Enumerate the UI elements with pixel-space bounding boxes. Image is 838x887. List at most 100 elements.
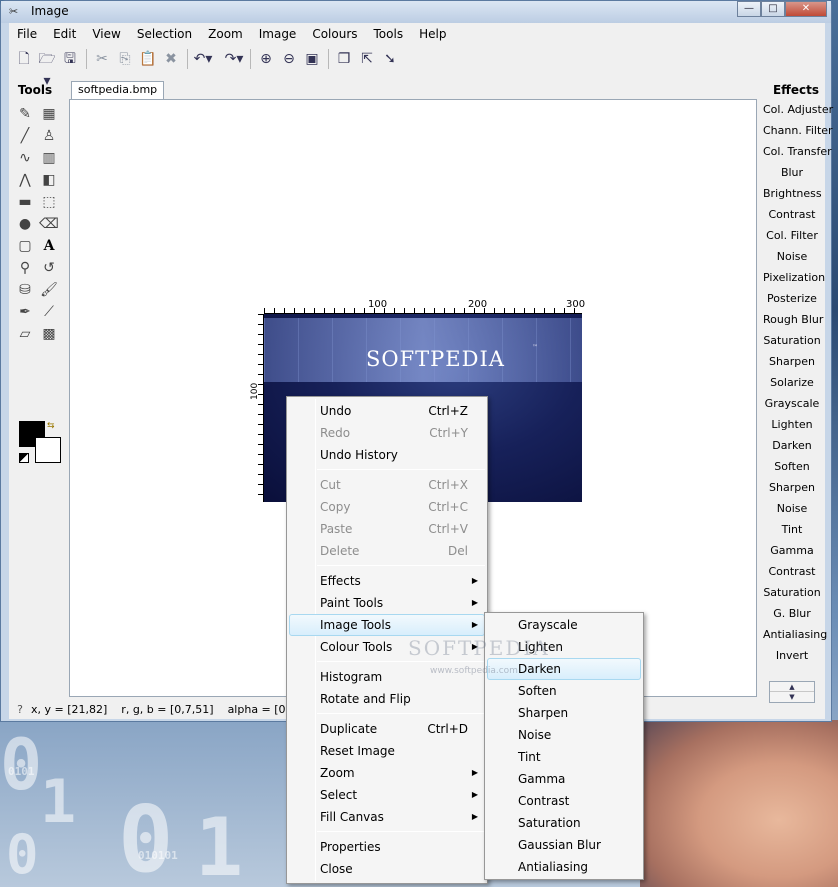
- maximize-button[interactable]: □: [761, 1, 785, 17]
- background-color[interactable]: [35, 437, 61, 463]
- submenu-item[interactable]: Soften: [518, 680, 638, 702]
- menu-help[interactable]: Help: [411, 25, 454, 45]
- dropper-icon[interactable]: ⚲: [13, 257, 37, 279]
- scroll-up-icon[interactable]: ▲: [770, 682, 814, 692]
- menu-item-select[interactable]: Select ▶: [320, 784, 488, 806]
- ellipse-icon[interactable]: ●: [13, 213, 37, 235]
- menu-item-properties[interactable]: Properties: [320, 836, 468, 858]
- pencil-icon[interactable]: ✎: [13, 103, 37, 125]
- gradient-icon[interactable]: ▥: [37, 147, 61, 169]
- menu-file[interactable]: File: [9, 25, 45, 45]
- menu-item-paste[interactable]: Paste Ctrl+V: [320, 518, 468, 540]
- restore-icon[interactable]: ❐: [333, 48, 355, 70]
- submenu-item[interactable]: Grayscale: [518, 614, 638, 636]
- menu-item-undo[interactable]: Undo Ctrl+Z: [320, 400, 468, 422]
- submenu-item[interactable]: Gamma: [518, 768, 638, 790]
- eraser-icon[interactable]: ▱: [13, 323, 37, 345]
- effect-item[interactable]: Col. Filter: [761, 225, 821, 246]
- submenu-item[interactable]: Sharpen: [518, 702, 638, 724]
- close-window-button[interactable]: ✕: [785, 1, 827, 17]
- zoom-in-icon[interactable]: ⊕: [255, 48, 277, 70]
- menu-item-image-tools[interactable]: Image Tools ▶: [320, 614, 488, 636]
- submenu-item[interactable]: Noise: [518, 724, 638, 746]
- text-icon[interactable]: A: [37, 235, 61, 257]
- fit-window-icon[interactable]: ▣: [301, 48, 323, 70]
- lasso-icon[interactable]: ↺: [37, 257, 61, 279]
- menu-item-paint-tools[interactable]: Paint Tools ▶: [320, 592, 488, 614]
- menu-selection[interactable]: Selection: [129, 25, 200, 45]
- submenu-item[interactable]: Contrast: [518, 790, 638, 812]
- menu-item-fill-canvas[interactable]: Fill Canvas ▶: [320, 806, 488, 828]
- open-icon[interactable]: 🗁▾: [36, 48, 58, 89]
- effect-item[interactable]: Noise: [761, 246, 821, 267]
- pipette-icon[interactable]: ⟋: [37, 301, 61, 323]
- reset-colors-icon[interactable]: [19, 453, 29, 463]
- menu-item-zoom[interactable]: Zoom ▶: [320, 762, 488, 784]
- effect-item[interactable]: Invert: [761, 645, 821, 666]
- line-icon[interactable]: ╱: [13, 125, 37, 147]
- gradient-fill-icon[interactable]: ◧: [37, 169, 61, 191]
- pattern-icon[interactable]: ▦: [37, 103, 61, 125]
- save-icon[interactable]: 🖫: [59, 48, 81, 70]
- minimize-button[interactable]: —: [737, 1, 761, 17]
- effect-item[interactable]: Contrast: [761, 204, 821, 225]
- bucket-icon[interactable]: ⛁: [13, 279, 37, 301]
- paste-icon[interactable]: 📋: [137, 48, 159, 70]
- menu-item-duplicate[interactable]: Duplicate Ctrl+D: [320, 718, 468, 740]
- document-tab[interactable]: softpedia.bmp: [71, 81, 165, 99]
- brush-icon[interactable]: 🖌: [37, 279, 61, 301]
- effect-item[interactable]: Sharpen: [761, 477, 821, 498]
- effect-item[interactable]: G. Blur: [761, 603, 821, 624]
- delete-icon[interactable]: ✖: [160, 48, 182, 70]
- new-icon[interactable]: 🗋: [13, 48, 35, 70]
- effect-item[interactable]: Lighten: [761, 414, 821, 435]
- menu-item-redo[interactable]: Redo Ctrl+Y: [320, 422, 468, 444]
- submenu-item[interactable]: Darken: [518, 658, 638, 680]
- effect-item[interactable]: Col. Adjuster: [761, 99, 833, 120]
- menu-item-reset-image[interactable]: Reset Image: [320, 740, 468, 762]
- title-bar[interactable]: ✂ Image — □ ✕: [1, 1, 831, 23]
- menu-item-copy[interactable]: Copy Ctrl+C: [320, 496, 468, 518]
- zoom-out-icon[interactable]: ⊖: [278, 48, 300, 70]
- menu-zoom[interactable]: Zoom: [200, 25, 251, 45]
- send-icon[interactable]: ➘: [379, 48, 401, 70]
- menu-item-cut[interactable]: Cut Ctrl+X: [320, 474, 468, 496]
- effect-item[interactable]: Col. Transfer: [761, 141, 832, 162]
- effect-item[interactable]: Gamma: [761, 540, 821, 561]
- effect-item[interactable]: Soften: [761, 456, 821, 477]
- effect-item[interactable]: Saturation: [761, 330, 821, 351]
- effect-item[interactable]: Pixelization: [761, 267, 825, 288]
- export-icon[interactable]: ⇱: [356, 48, 378, 70]
- submenu-item[interactable]: Antialiasing: [518, 856, 638, 878]
- menu-item-rotate-flip[interactable]: Rotate and Flip: [320, 688, 468, 710]
- submenu-item[interactable]: Gaussian Blur: [518, 834, 638, 856]
- stamp-icon[interactable]: ♙: [37, 125, 61, 147]
- menu-item-effects[interactable]: Effects ▶: [320, 570, 488, 592]
- effect-item[interactable]: Noise: [761, 498, 821, 519]
- menu-item-undo-history[interactable]: Undo History: [320, 444, 468, 466]
- menu-image[interactable]: Image: [251, 25, 305, 45]
- effect-item[interactable]: Chann. Filter: [761, 120, 833, 141]
- mosaic-icon[interactable]: ▩: [37, 323, 61, 345]
- help-icon[interactable]: ?: [9, 703, 31, 716]
- submenu-item[interactable]: Tint: [518, 746, 638, 768]
- polyline-icon[interactable]: ⋀: [13, 169, 37, 191]
- effect-item[interactable]: Saturation: [761, 582, 821, 603]
- effect-item[interactable]: Solarize: [761, 372, 821, 393]
- rounded-rect-icon[interactable]: ▢: [13, 235, 37, 257]
- undo-icon[interactable]: ↶▾: [192, 48, 214, 70]
- effect-item[interactable]: Tint: [761, 519, 821, 540]
- submenu-item[interactable]: Saturation: [518, 812, 638, 834]
- effect-item[interactable]: Antialiasing: [761, 624, 827, 645]
- effect-item[interactable]: Rough Blur: [761, 309, 823, 330]
- rectangle-icon[interactable]: ▬: [13, 191, 37, 213]
- menu-edit[interactable]: Edit: [45, 25, 84, 45]
- curve-icon[interactable]: ∿: [13, 147, 37, 169]
- effect-item[interactable]: Brightness: [761, 183, 822, 204]
- redo-icon[interactable]: ↷▾: [223, 48, 245, 70]
- effect-item[interactable]: Contrast: [761, 561, 821, 582]
- menu-view[interactable]: View: [84, 25, 128, 45]
- menu-colours[interactable]: Colours: [304, 25, 365, 45]
- menu-item-close[interactable]: Close: [320, 858, 468, 880]
- effect-item[interactable]: Darken: [761, 435, 821, 456]
